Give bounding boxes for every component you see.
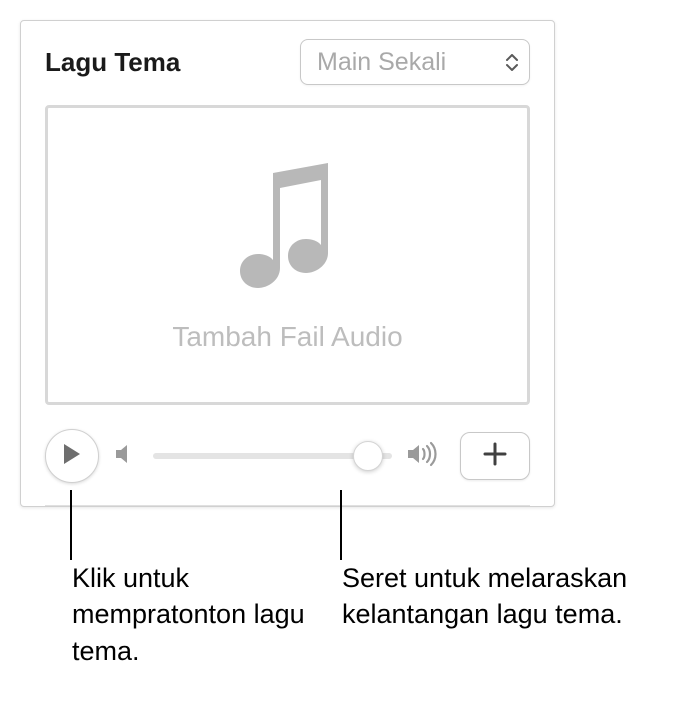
callout-line (70, 490, 72, 560)
panel-header: Lagu Tema Main Sekali (21, 21, 554, 97)
panel-title: Lagu Tema (45, 47, 180, 78)
add-button[interactable] (460, 432, 530, 480)
play-button[interactable] (45, 429, 99, 483)
divider (45, 505, 530, 506)
volume-high-icon (406, 441, 440, 472)
callout-volume-text: Seret untuk melaraskan kelantangan lagu … (342, 560, 682, 633)
audio-dropzone[interactable]: Tambah Fail Audio (45, 105, 530, 405)
volume-slider-thumb[interactable] (353, 441, 383, 471)
callout-line (340, 490, 342, 560)
callout-play-text: Klik untuk mempratonton lagu tema. (72, 560, 322, 669)
volume-slider[interactable] (153, 453, 392, 459)
chevron-up-down-icon (505, 54, 519, 71)
plus-icon (482, 441, 508, 472)
theme-song-panel: Lagu Tema Main Sekali Tambah Fail Audio (20, 20, 555, 507)
dropdown-selected-label: Main Sekali (317, 48, 446, 77)
volume-low-icon (113, 441, 139, 472)
playback-mode-dropdown[interactable]: Main Sekali (300, 39, 530, 85)
dropzone-label: Tambah Fail Audio (172, 321, 402, 353)
music-note-icon (228, 158, 348, 303)
controls-row (21, 423, 554, 505)
play-icon (62, 443, 82, 470)
